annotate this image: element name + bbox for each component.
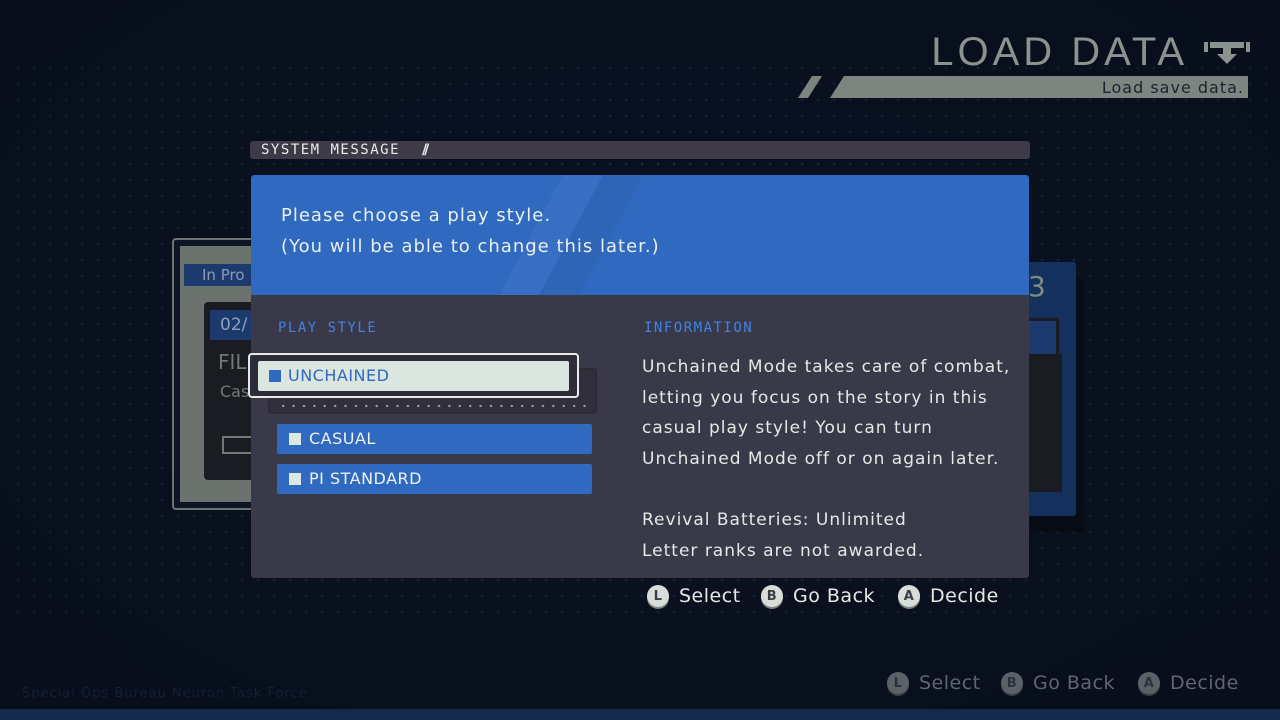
- dialog-message-line: (You will be able to change this later.): [281, 236, 660, 257]
- hint-label: Go Back: [1033, 672, 1116, 694]
- page-title: LOAD DATA: [931, 30, 1188, 74]
- play-style-option-unchained[interactable]: UNCHAINED: [248, 353, 579, 398]
- option-label: CASUAL: [309, 429, 376, 448]
- dialog-message-panel: Please choose a play style. (You will be…: [251, 175, 1029, 295]
- information-line: casual play style! You can turn: [642, 418, 933, 438]
- hint-label: Select: [919, 672, 981, 694]
- hint-label: Go Back: [793, 585, 876, 607]
- option-label: UNCHAINED: [288, 366, 390, 385]
- information-label: INFORMATION: [644, 320, 754, 336]
- dialog-title: SYSTEM MESSAGE: [261, 142, 401, 158]
- l-stick-button-icon: L: [887, 672, 909, 694]
- b-button-icon: B: [1001, 672, 1023, 694]
- b-button-icon: B: [761, 585, 783, 607]
- footer-hint-go-back[interactable]: B Go Back: [1001, 672, 1115, 694]
- footer-hint-decide[interactable]: A Decide: [1138, 672, 1239, 694]
- l-stick-button-icon: L: [647, 585, 669, 607]
- hint-label: Select: [679, 585, 741, 607]
- hint-go-back[interactable]: B Go Back: [761, 585, 875, 607]
- information-line: Unchained Mode off or on again later.: [642, 449, 1000, 469]
- save-slot-name: FIL: [218, 350, 247, 374]
- information-detail: Revival Batteries: Unlimited: [642, 510, 907, 530]
- information-detail: Letter ranks are not awarded.: [642, 541, 925, 561]
- hint-decide[interactable]: A Decide: [898, 585, 999, 607]
- dialog-title-decoration: //: [422, 142, 429, 158]
- hint-label: Decide: [1170, 672, 1239, 694]
- download-tray-icon: [1204, 42, 1250, 64]
- option-marker-icon: [289, 433, 301, 445]
- play-style-option-standard[interactable]: PI STANDARD: [277, 464, 592, 494]
- option-marker-icon: [289, 473, 301, 485]
- hint-select[interactable]: L Select: [647, 585, 741, 607]
- save-slot-number: 3: [1028, 270, 1046, 303]
- play-style-label: PLAY STYLE: [278, 320, 378, 336]
- option-fill: UNCHAINED: [258, 361, 569, 391]
- information-line: Unchained Mode takes care of combat,: [642, 357, 1011, 377]
- option-label: PI STANDARD: [309, 469, 422, 488]
- a-button-icon: A: [898, 585, 920, 607]
- selection-dots-decoration: [278, 404, 590, 407]
- footer-bar: [0, 709, 1280, 720]
- save-slot-style: Cas: [220, 382, 250, 401]
- play-style-option-casual[interactable]: CASUAL: [277, 424, 592, 454]
- dialog-message-line: Please choose a play style.: [281, 205, 552, 226]
- option-marker-icon: [269, 370, 281, 382]
- footer-organization-text: Special Ops Bureau Neuron Task Force: [22, 686, 308, 701]
- hint-label: Decide: [930, 585, 999, 607]
- page-subtitle: Load save data.: [1101, 78, 1244, 97]
- footer-hint-select[interactable]: L Select: [887, 672, 981, 694]
- a-button-icon: A: [1138, 672, 1160, 694]
- information-line: letting you focus on the story in this: [642, 388, 988, 408]
